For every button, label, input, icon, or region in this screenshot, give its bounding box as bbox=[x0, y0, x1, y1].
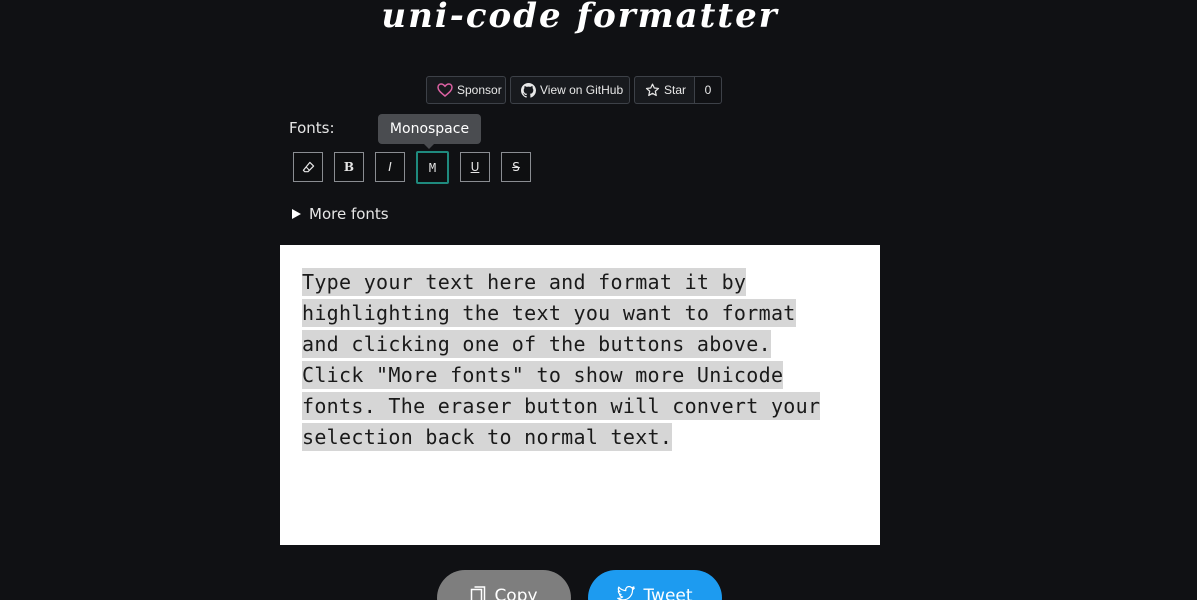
more-fonts-toggle[interactable]: More fonts bbox=[292, 205, 389, 223]
editor-line: Click "More fonts" to show more Unicode bbox=[302, 361, 784, 389]
copy-icon bbox=[470, 586, 486, 600]
heart-icon bbox=[437, 83, 453, 97]
copy-button[interactable]: Copy bbox=[437, 570, 571, 600]
star-group: Star 0 bbox=[634, 76, 722, 104]
tweet-button[interactable]: Tweet bbox=[588, 570, 722, 600]
sponsor-label: Sponsor bbox=[457, 83, 502, 97]
editor-content: Type your text here and format it by hig… bbox=[302, 267, 862, 453]
format-buttons: B I M U S bbox=[293, 151, 542, 184]
star-icon bbox=[645, 83, 660, 98]
italic-button[interactable]: I bbox=[375, 152, 405, 182]
editor-line: and clicking one of the buttons above. bbox=[302, 330, 771, 358]
tooltip: Monospace bbox=[378, 114, 481, 149]
view-on-github-button[interactable]: View on GitHub bbox=[510, 76, 630, 104]
star-button[interactable]: Star bbox=[634, 76, 695, 104]
sponsor-button[interactable]: Sponsor bbox=[426, 76, 506, 104]
fonts-label: Fonts: bbox=[289, 119, 335, 137]
tweet-label: Tweet bbox=[643, 586, 693, 600]
editor-line: highlighting the text you want to format bbox=[302, 299, 796, 327]
star-count[interactable]: 0 bbox=[695, 76, 722, 104]
editor-line: fonts. The eraser button will convert yo… bbox=[302, 392, 821, 420]
github-label: View on GitHub bbox=[540, 83, 624, 97]
underline-button[interactable]: U bbox=[460, 152, 490, 182]
editor-line: Type your text here and format it by bbox=[302, 268, 747, 296]
more-fonts-label: More fonts bbox=[309, 205, 389, 223]
disclosure-triangle-icon bbox=[292, 209, 301, 219]
editor-line: selection back to normal text. bbox=[302, 423, 673, 451]
copy-label: Copy bbox=[494, 586, 538, 600]
twitter-icon bbox=[617, 586, 636, 600]
monospace-button[interactable]: M bbox=[416, 151, 449, 184]
page: uni-code formatter Sponsor View on GitHu… bbox=[0, 0, 1197, 600]
eraser-icon bbox=[302, 161, 315, 174]
page-title: uni-code formatter bbox=[381, 0, 779, 36]
eraser-button[interactable] bbox=[293, 152, 323, 182]
star-label: Star bbox=[664, 83, 687, 97]
text-editor[interactable]: Type your text here and format it by hig… bbox=[280, 245, 880, 545]
strikethrough-button[interactable]: S bbox=[501, 152, 531, 182]
github-icon bbox=[521, 82, 536, 98]
github-buttons: Sponsor View on GitHub Star 0 bbox=[426, 76, 722, 104]
bold-button[interactable]: B bbox=[334, 152, 364, 182]
